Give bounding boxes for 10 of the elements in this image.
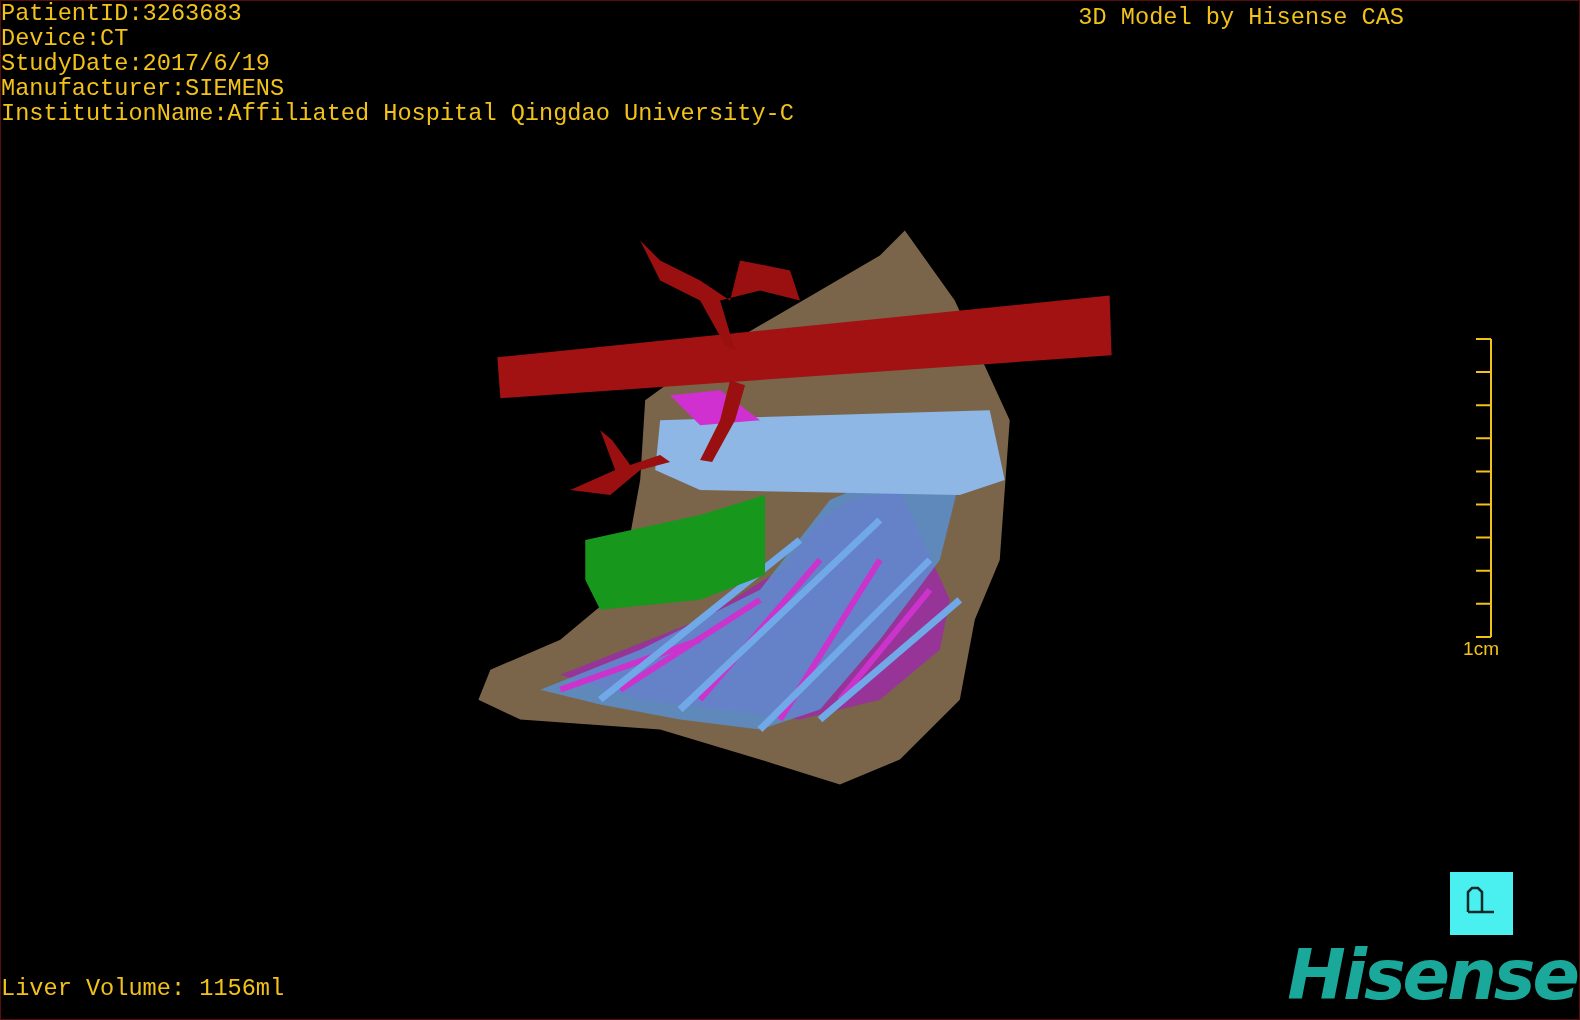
liver-volume-text: Liver Volume: 1156ml (1, 976, 285, 1001)
hisense-logo: Hisense (1287, 935, 1577, 1015)
patient-info-text: InstitutionName:Affiliated Hospital Qingdao University-C (1, 101, 794, 126)
orientation-cube-icon (1450, 872, 1513, 935)
scale-label: 1cm (1463, 638, 1499, 660)
caption-text: 3D Model by Hisense CAS (1078, 5, 1404, 30)
patient-info-text: PatientID:3263683 (1, 1, 243, 26)
patient-info-text: Device:CT (1, 26, 130, 51)
patient-info-text: StudyDate:2017/6/19 (1, 51, 271, 76)
patient-info-text: Manufacturer:SIEMENS (1, 76, 286, 101)
